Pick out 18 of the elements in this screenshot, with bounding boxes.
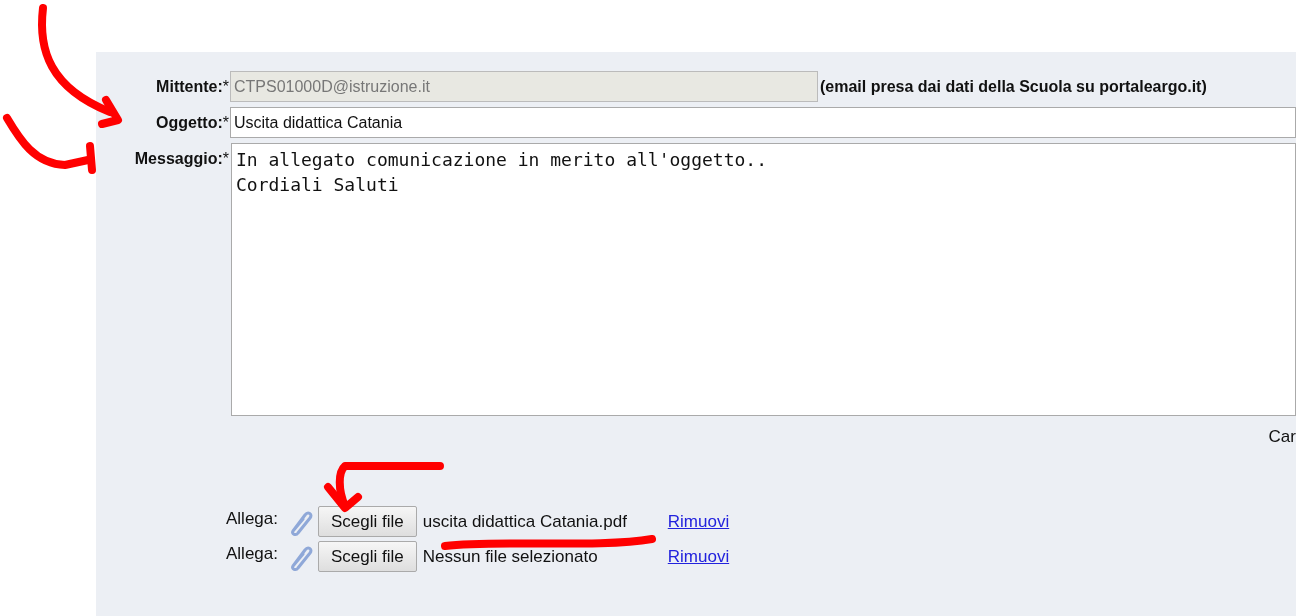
remove-link[interactable]: Rimuovi — [667, 508, 730, 535]
email-note: (email presa dai dati della Scuola su portaleargo.it) — [819, 76, 1207, 97]
required-mark: * — [222, 113, 229, 133]
choose-file-button[interactable]: Scegli file — [318, 541, 417, 572]
file-name: Nessun file selezionato — [422, 545, 599, 568]
attach-label: Allega: — [226, 507, 279, 530]
field-label: Oggetto: — [156, 113, 223, 133]
required-mark: * — [222, 77, 229, 97]
truncated-text: Car — [1268, 427, 1296, 446]
required-mark: * — [222, 149, 229, 169]
field-label: Messaggio: — [134, 149, 223, 169]
message-field[interactable]: In allegato comunicazione in merito all'oggetto.. Cordiali Saluti — [231, 143, 1296, 416]
attach-label: Allega: — [226, 542, 279, 565]
subject-field[interactable]: Uscita didattica Catania — [230, 107, 1296, 138]
field-label: Mittente: — [156, 77, 223, 97]
file-name: uscita didattica Catania.pdf — [422, 510, 628, 533]
remove-link[interactable]: Rimuovi — [667, 543, 730, 570]
choose-file-button[interactable]: Scegli file — [318, 506, 417, 537]
